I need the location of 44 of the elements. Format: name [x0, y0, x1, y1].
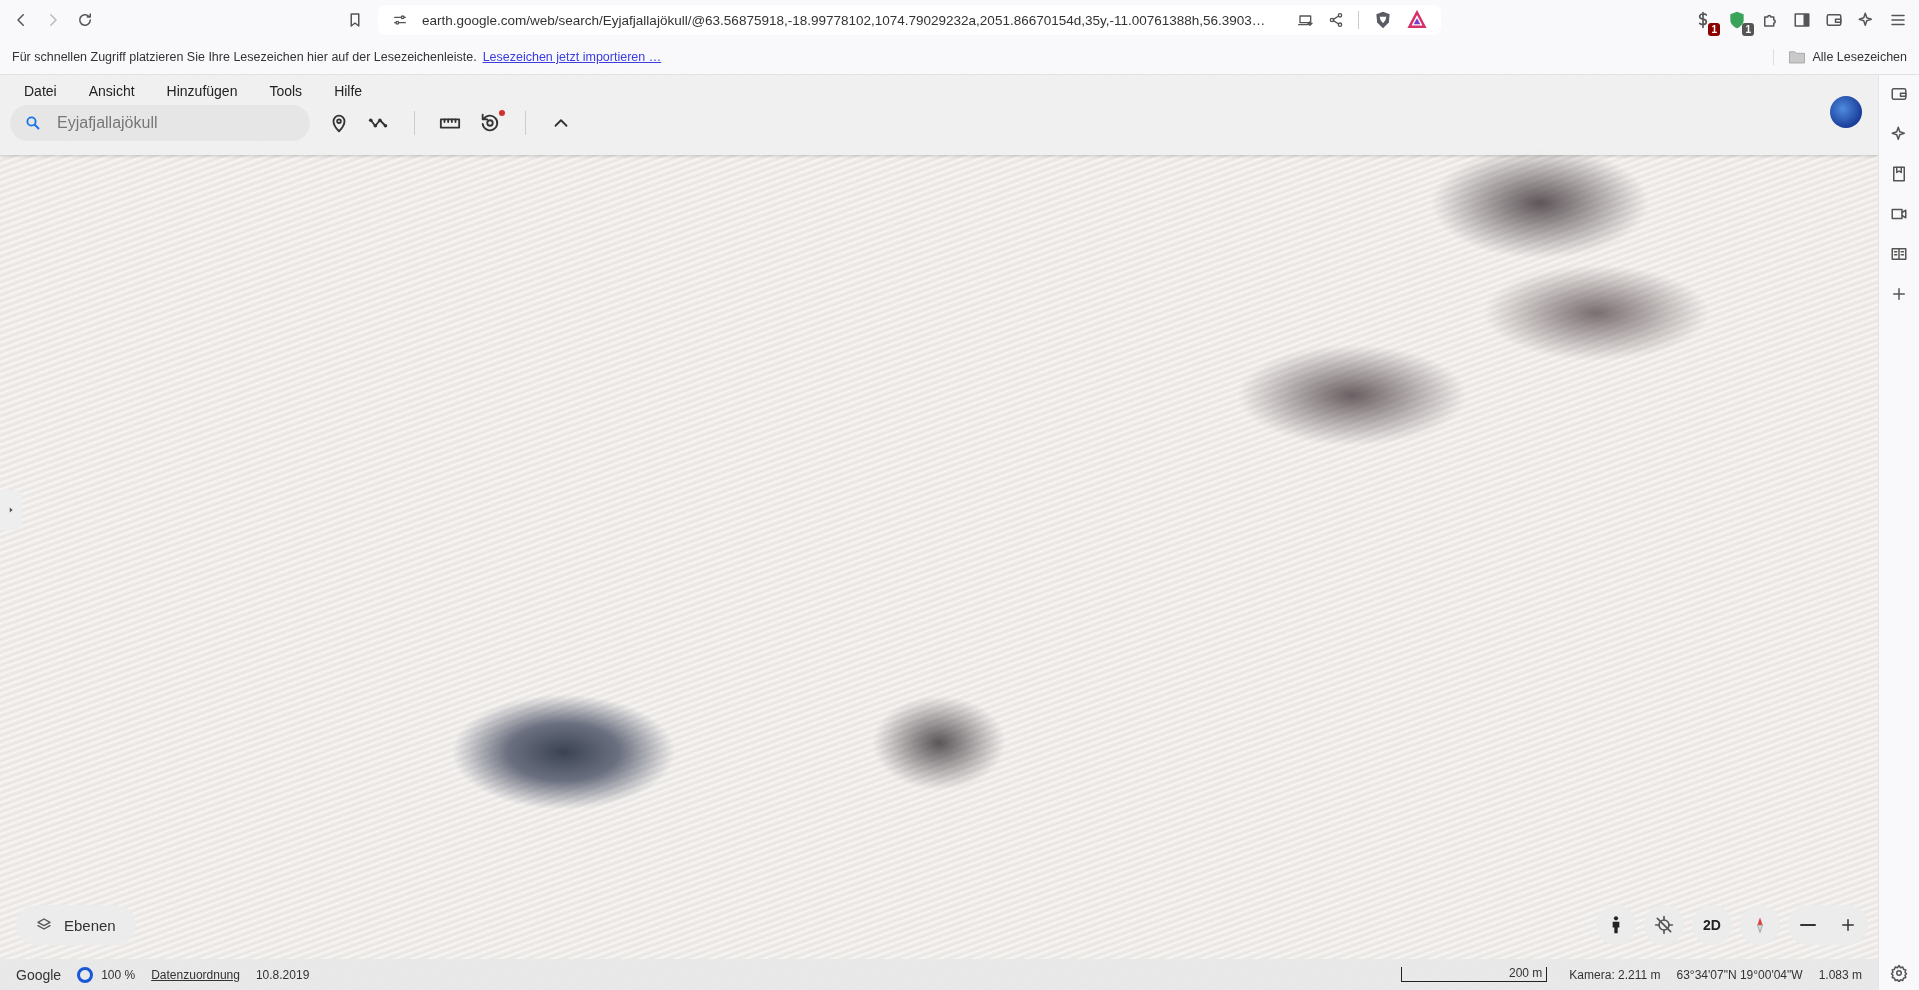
- brand-text: Google: [16, 966, 62, 983]
- imagery-date: 10.8.2019: [255, 967, 310, 982]
- triangle-icon[interactable]: [1407, 10, 1427, 30]
- bookmarks-hint: Für schnellen Zugriff platzieren Sie Ihre Lesezeichen hier auf der Lesezeichenleiste.: [12, 50, 477, 64]
- wallet-icon[interactable]: [1890, 85, 1908, 103]
- layers-button[interactable]: Ebenen: [16, 905, 136, 945]
- loading-percent: 100 %: [101, 967, 136, 982]
- share-icon[interactable]: [1328, 12, 1344, 28]
- search-icon: [24, 114, 42, 132]
- minus-icon: [1800, 923, 1816, 927]
- count-badge: 1: [1742, 23, 1754, 36]
- crossed-target-icon: [1654, 915, 1674, 935]
- all-bookmarks-button[interactable]: Alle Lesezeichen: [1812, 50, 1907, 64]
- wallet-icon[interactable]: [1825, 11, 1843, 29]
- sparkle-icon[interactable]: [1890, 125, 1908, 143]
- add-icon[interactable]: [1890, 285, 1908, 303]
- menu-item[interactable]: Ansicht: [88, 83, 135, 99]
- shield-extension-icon[interactable]: [1727, 10, 1747, 30]
- plus-icon: [1839, 916, 1857, 934]
- sparkle-icon[interactable]: [1857, 11, 1875, 29]
- address-bar[interactable]: earth.google.com/web/search/Eyjafjallajökull/@63.56875918,-18.99778102,1074.79029232a,2051.86670154d,35y,-11.00761388h,56.3903…: [378, 5, 1441, 35]
- history-icon[interactable]: [479, 112, 501, 134]
- attribution-link[interactable]: Datenzuordnung: [151, 967, 240, 982]
- scale-bar: 200 m: [1401, 967, 1548, 982]
- search-field[interactable]: Eyjafjallajökull: [10, 105, 310, 141]
- sidebar-icon[interactable]: [1793, 11, 1811, 29]
- camera-altitude: Kamera: 2.211 m: [1569, 967, 1661, 982]
- menu-item[interactable]: Tools: [269, 83, 303, 99]
- menu-item[interactable]: Hilfe: [334, 83, 363, 99]
- menu-item[interactable]: Datei: [24, 83, 57, 99]
- count-badge: 1: [1708, 23, 1720, 36]
- menu-item[interactable]: Hinzufügen: [166, 83, 238, 99]
- elevation: 1.083 m: [1818, 967, 1862, 982]
- reload-icon[interactable]: [76, 11, 94, 29]
- coordinates: 63°34'07"N 19°00'04"W: [1676, 967, 1803, 982]
- url-text: earth.google.com/web/search/Eyjafjallajökull/@63.56875918,-18.99778102,1074.79029232a,2051.86670154d,35y,-11.00761388h,56.3903…: [422, 12, 1267, 28]
- lion-shield-icon[interactable]: [1373, 10, 1393, 30]
- loading-ring-icon: [77, 966, 94, 983]
- import-bookmarks-link[interactable]: Lesezeichen jetzt importieren …: [482, 50, 662, 64]
- install-icon[interactable]: [1298, 12, 1314, 28]
- settings-icon[interactable]: [1890, 964, 1908, 982]
- reading-list-icon[interactable]: [1890, 245, 1908, 263]
- bookmarks-icon[interactable]: [1890, 165, 1908, 183]
- site-settings-icon[interactable]: [392, 12, 408, 28]
